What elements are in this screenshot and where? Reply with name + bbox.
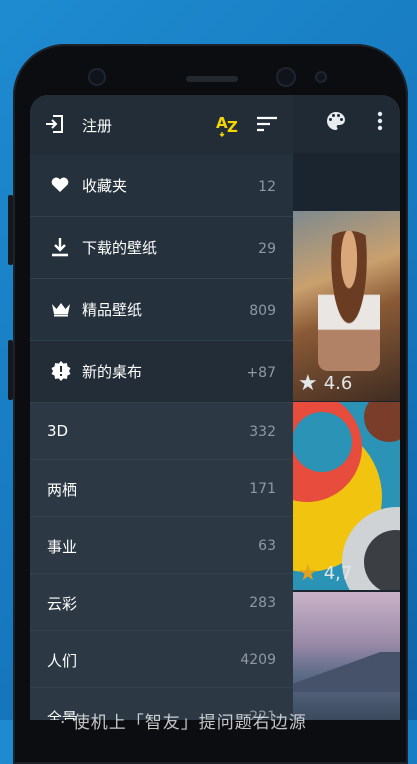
drawer-header: 注册 A Z — [30, 95, 293, 155]
wallpaper-rating: ★ 4.6 — [298, 371, 352, 396]
category-item-clouds[interactable]: 云彩 283 — [30, 574, 293, 631]
rating-value: 4.6 — [323, 373, 353, 394]
phone-sensor — [315, 71, 327, 83]
svg-text:Z: Z — [227, 118, 238, 136]
drawer-item-count: 809 — [249, 303, 276, 319]
drawer-item-label: 新的桌布 — [82, 363, 143, 381]
drawer-item-favorites[interactable]: 收藏夹 12 — [30, 155, 293, 217]
phone-speaker — [186, 76, 238, 82]
drawer-item-new[interactable]: 新的桌布 +87 — [30, 341, 293, 403]
overlay-caption: · 使机上「智友」提问题右边源 — [60, 713, 307, 733]
category-label: 人们 — [47, 652, 78, 670]
abstract-shape — [364, 402, 400, 442]
drawer-item-premium[interactable]: 精品壁纸 809 — [30, 279, 293, 341]
navigation-drawer: 注册 A Z 收藏夹 12 下载的壁纸 29 精品壁纸 809 新的桌布 +87… — [30, 95, 293, 720]
drawer-item-count: +87 — [246, 365, 276, 381]
category-label: 云彩 — [47, 595, 78, 613]
category-item-3d[interactable]: 3D 332 — [30, 403, 293, 460]
star-icon: ★ — [298, 561, 318, 586]
drawer-item-label: 下载的壁纸 — [82, 239, 158, 257]
phone-camera — [88, 68, 106, 86]
drawer-item-count: 29 — [258, 241, 276, 257]
category-label: 事业 — [47, 538, 78, 556]
more-vert-icon[interactable] — [372, 109, 388, 138]
heart-icon — [51, 177, 69, 197]
login-icon[interactable] — [44, 113, 66, 139]
phone-side-button — [8, 340, 13, 400]
category-count: 171 — [249, 481, 276, 497]
mountain-silhouette — [292, 652, 400, 692]
abstract-shape — [292, 412, 352, 472]
wallpaper-thumbnail-landscape[interactable] — [292, 592, 400, 720]
star-icon: ★ — [298, 371, 318, 396]
rating-value: 4,7 — [323, 563, 353, 584]
category-count: 332 — [249, 424, 276, 440]
download-icon — [51, 237, 69, 261]
new-badge-icon — [51, 361, 71, 385]
phone-side-button — [8, 195, 13, 265]
category-label: 3D — [47, 422, 69, 440]
drawer-item-label: 收藏夹 — [82, 177, 128, 195]
crown-icon — [51, 301, 71, 321]
category-item-people[interactable]: 人们 4209 — [30, 631, 293, 688]
category-item-business[interactable]: 事业 63 — [30, 517, 293, 574]
sort-icon[interactable] — [256, 115, 278, 137]
category-count: 4209 — [240, 652, 276, 668]
wallpaper-rating: ★ 4,7 — [298, 561, 352, 586]
category-count: 283 — [249, 595, 276, 611]
drawer-item-count: 12 — [258, 179, 276, 195]
category-count: 63 — [258, 538, 276, 554]
phone-camera — [276, 67, 296, 87]
category-label: 两栖 — [47, 481, 78, 499]
sort-az-icon[interactable]: A Z — [215, 112, 241, 142]
portrait-figure — [318, 231, 380, 371]
drawer-item-downloads[interactable]: 下载的壁纸 29 — [30, 217, 293, 279]
login-label[interactable]: 注册 — [82, 115, 112, 136]
palette-icon[interactable] — [324, 109, 348, 138]
category-item-amphibians[interactable]: 两栖 171 — [30, 460, 293, 517]
drawer-item-label: 精品壁纸 — [82, 301, 143, 319]
app-screen: ★ 4.6 ★ 4,7 注册 A Z 收藏夹 12 下载的壁纸 29 精品壁纸 … — [30, 95, 400, 720]
